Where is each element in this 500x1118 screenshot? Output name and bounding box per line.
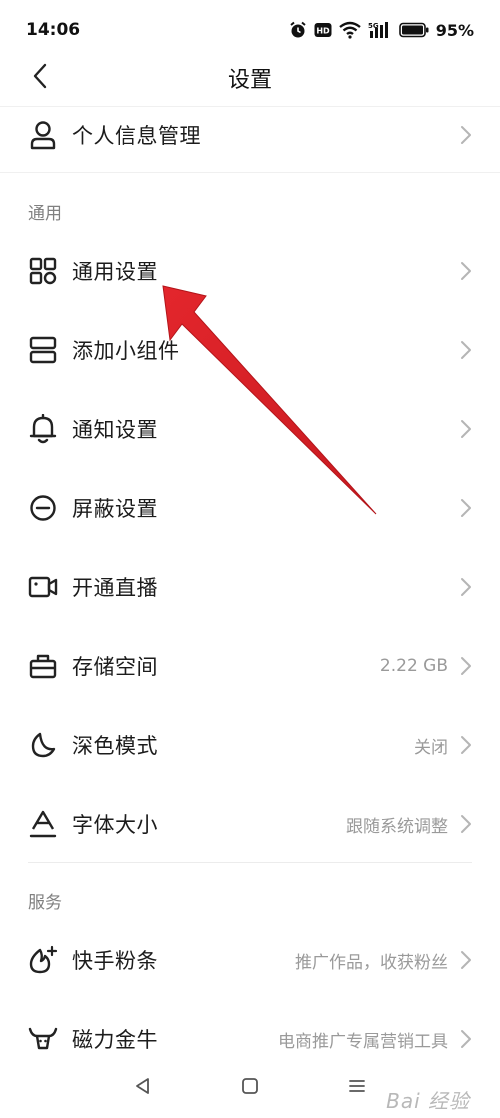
list-item-start-live[interactable]: 开通直播 [0,554,500,620]
alarm-icon [289,21,307,39]
nav-back-button[interactable] [128,1073,158,1103]
video-camera-icon [28,572,58,602]
triangle-back-icon [134,1077,152,1099]
status-icons: HD 5G 95% [289,21,474,40]
fire-plus-icon [28,945,58,975]
list-item-notification-settings[interactable]: 通知设置 [0,396,500,462]
list-item-label: 存储空间 [72,655,158,679]
list-item-label: 深色模式 [72,734,158,758]
list-item-block-settings[interactable]: 屏蔽设置 [0,475,500,541]
block-icon [28,493,58,523]
list-item-label: 个人信息管理 [72,124,201,148]
bell-icon [28,414,58,444]
chevron-right-icon [458,339,474,361]
list-item-label: 添加小组件 [72,339,180,363]
section-divider [28,862,472,863]
page-title: 设置 [227,68,272,93]
list-item-label: 通知设置 [72,418,158,442]
chevron-right-icon [458,655,474,677]
list-item-personal-info[interactable]: 个人信息管理 [0,102,500,168]
widget-icon [28,335,58,365]
list-item-label: 开通直播 [72,576,158,600]
battery-icon [398,22,429,38]
list-item-label: 屏蔽设置 [72,497,158,521]
chevron-right-icon [458,418,474,440]
section-header-general: 通用 [28,204,62,224]
storage-icon [28,651,58,681]
chevron-right-icon [458,734,474,756]
dark-mode-value: 关闭 [414,737,448,758]
section-header-services: 服务 [28,893,62,913]
person-icon [28,120,58,150]
chevron-right-icon [458,124,474,146]
section-divider [0,172,500,173]
svg-text:HD: HD [316,27,330,36]
chevron-right-icon [458,949,474,971]
nav-bar: 设置 [0,50,500,106]
list-item-font-size[interactable]: 字体大小 跟随系统调整 [0,791,500,857]
nav-recents-button[interactable] [342,1073,372,1103]
chevron-right-icon [458,813,474,835]
font-size-value: 跟随系统调整 [346,816,448,837]
chevron-right-icon [458,260,474,282]
chevron-right-icon [458,1028,474,1050]
chevron-right-icon [458,497,474,519]
bull-icon [28,1024,58,1054]
chevron-right-icon [458,576,474,598]
back-button[interactable] [24,62,56,94]
menu-lines-icon [348,1077,366,1099]
battery-percent: 95% [435,20,474,40]
font-size-icon [28,809,58,839]
moon-icon [28,730,58,760]
list-item-kuaishou-fentiao[interactable]: 快手粉条 推广作品，收获粉丝 [0,927,500,993]
fentiao-value: 推广作品，收获粉丝 [295,952,448,973]
list-item-add-widget[interactable]: 添加小组件 [0,317,500,383]
list-item-label: 字体大小 [72,813,158,837]
back-arrow-icon [32,63,48,93]
grid-icon [28,256,58,286]
jinniu-value: 电商推广专属营销工具 [278,1031,448,1052]
list-item-label: 快手粉条 [72,949,158,973]
square-home-icon [241,1077,259,1099]
list-item-label: 磁力金牛 [72,1028,158,1052]
status-time: 14:06 [26,20,81,40]
hd-icon: HD [314,22,332,38]
list-item-storage[interactable]: 存储空间 2.22 GB [0,633,500,699]
nav-home-button[interactable] [235,1073,265,1103]
list-item-dark-mode[interactable]: 深色模式 关闭 [0,712,500,778]
list-item-general-settings[interactable]: 通用设置 [0,238,500,304]
baidu-watermark: Bai 经验 [386,1089,470,1113]
cellular-signal-icon: 5G [368,21,392,39]
wifi-icon [338,21,361,39]
storage-value: 2.22 GB [379,656,448,676]
list-item-label: 通用设置 [72,260,158,284]
